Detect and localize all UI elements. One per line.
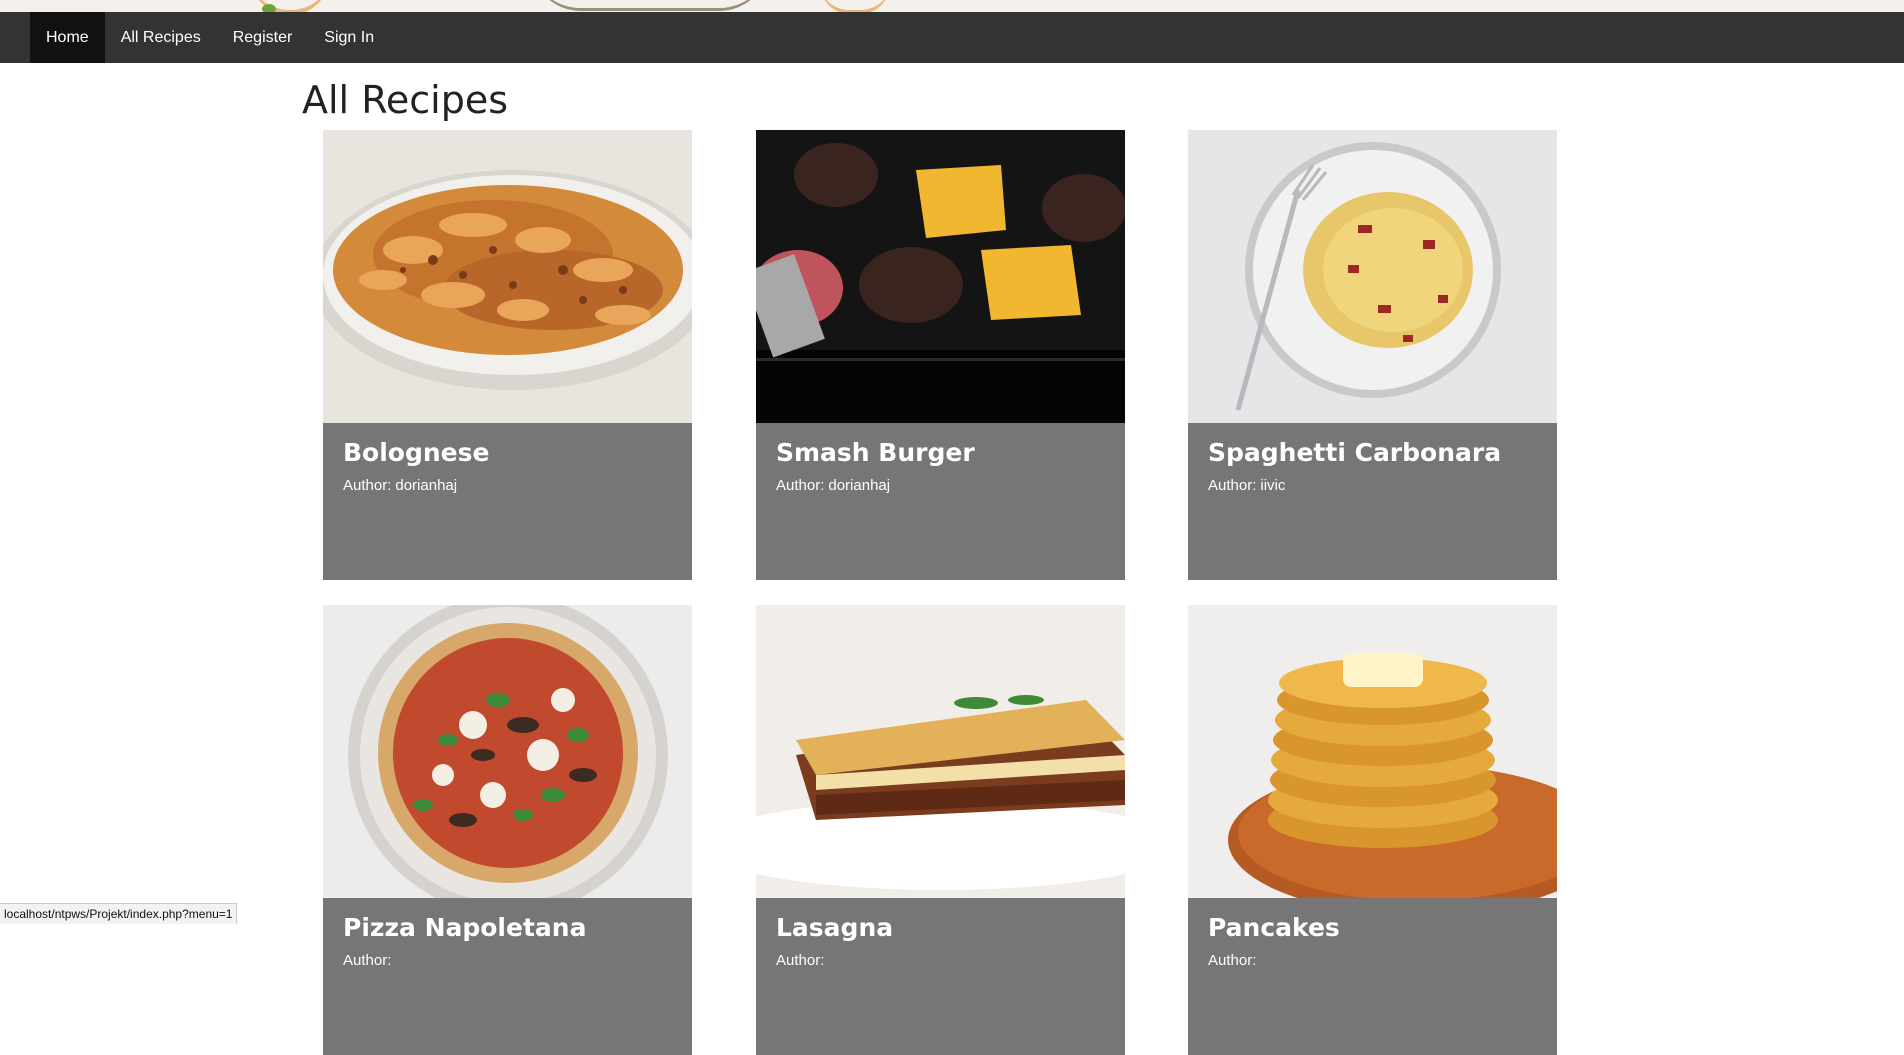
recipe-title[interactable]: Smash Burger: [776, 438, 1105, 467]
recipe-author: Author: dorianhaj: [776, 477, 891, 494]
recipe-card[interactable]: Pancakes Author:: [1188, 605, 1557, 1055]
recipe-card[interactable]: Smash Burger Author: dorianhaj: [756, 130, 1125, 580]
recipe-title[interactable]: Pancakes: [1208, 913, 1537, 942]
header-banner: [0, 0, 1904, 12]
recipe-title[interactable]: Lasagna: [776, 913, 1105, 942]
recipe-title[interactable]: Spaghetti Carbonara: [1208, 438, 1537, 467]
pappardelle-bolognese-photo[interactable]: [323, 130, 692, 423]
nav-home-link[interactable]: Home: [30, 12, 105, 63]
spaghetti-carbonara-photo[interactable]: [1188, 130, 1557, 423]
recipe-card[interactable]: Pizza Napoletana Author:: [323, 605, 692, 1055]
recipe-author: Author: dorianhaj: [343, 477, 458, 494]
recipe-title[interactable]: Pizza Napoletana: [343, 913, 672, 942]
pancake-stack-photo[interactable]: [1188, 605, 1557, 898]
lasagna-photo[interactable]: [756, 605, 1125, 898]
recipe-title[interactable]: Bolognese: [343, 438, 672, 467]
nav-sign-in-link[interactable]: Sign In: [308, 12, 390, 63]
pizza-photo[interactable]: [323, 605, 692, 898]
recipe-author: Author:: [343, 952, 392, 969]
nav-register-link[interactable]: Register: [217, 12, 309, 63]
recipe-card[interactable]: Lasagna Author:: [756, 605, 1125, 1055]
recipe-author: Author: iivic: [1208, 477, 1286, 494]
smash-burger-griddle-photo[interactable]: [756, 130, 1125, 423]
top-navigation: Home All Recipes Register Sign In: [0, 12, 1904, 63]
browser-status-bar: localhost/ntpws/Projekt/index.php?menu=1: [0, 903, 238, 924]
recipe-author: Author:: [1208, 952, 1257, 969]
page-title: All Recipes: [302, 78, 509, 122]
recipe-card[interactable]: Spaghetti Carbonara Author: iivic: [1188, 130, 1557, 580]
nav-all-recipes-link[interactable]: All Recipes: [105, 12, 217, 63]
recipe-author: Author:: [776, 952, 825, 969]
recipe-card[interactable]: Bolognese Author: dorianhaj: [323, 130, 692, 580]
